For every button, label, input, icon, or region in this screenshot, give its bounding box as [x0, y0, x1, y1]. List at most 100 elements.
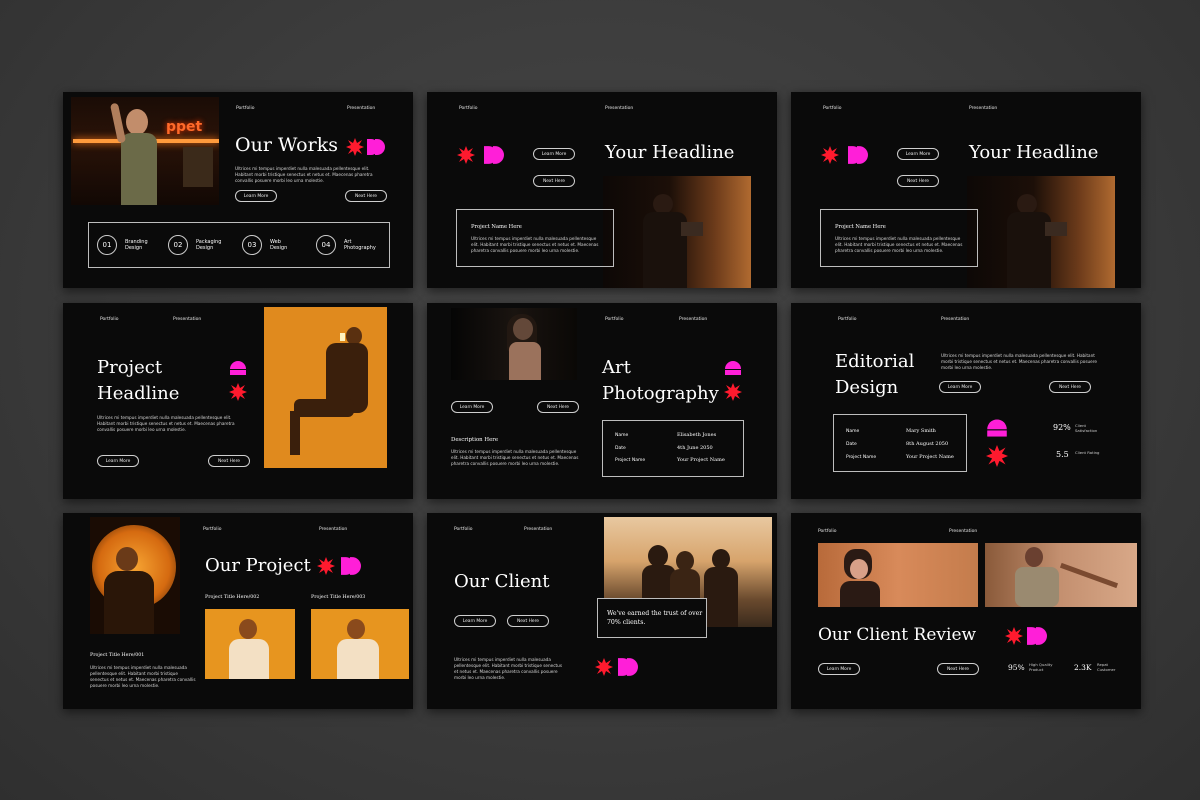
detail-key: Date: [615, 446, 626, 451]
title-line-2: Photography: [602, 383, 719, 404]
service-number: 01: [97, 235, 117, 255]
service-label: Packaging Design: [196, 239, 222, 251]
slide-art-photography[interactable]: Portfolio Presentation Art Photography L…: [427, 303, 777, 499]
nav-presentation[interactable]: Presentation: [524, 527, 552, 532]
starburst-icon: [457, 146, 475, 164]
slide-project-headline[interactable]: Portfolio Presentation Project Headline …: [63, 303, 413, 499]
slide-title: Our Client: [454, 571, 550, 592]
slide-title: Our Project: [205, 555, 311, 576]
learn-more-button[interactable]: Learn More: [897, 148, 939, 160]
nav-portfolio[interactable]: Portfolio: [605, 317, 624, 322]
photo-cameraman: [967, 176, 1115, 288]
nav-portfolio[interactable]: Portfolio: [838, 317, 857, 322]
service-item[interactable]: 02 Packaging Design: [168, 235, 230, 255]
nav-presentation[interactable]: Presentation: [969, 106, 997, 111]
learn-more-button[interactable]: Learn More: [533, 148, 575, 160]
nav-portfolio[interactable]: Portfolio: [818, 529, 837, 534]
nav-presentation[interactable]: Presentation: [173, 317, 201, 322]
slide-title: Our Works: [235, 134, 338, 156]
project-caption: Project Title Here/002: [205, 595, 260, 600]
nav-presentation[interactable]: Presentation: [319, 527, 347, 532]
service-item[interactable]: 04 Art Photography: [316, 235, 384, 255]
body-text: Ultrices mi tempus imperdiet nulla males…: [97, 415, 235, 432]
nav-presentation[interactable]: Presentation: [941, 317, 969, 322]
slide-title: Your Headline: [969, 142, 1099, 163]
half-circle-icon: [230, 361, 246, 375]
next-here-button[interactable]: Next Here: [937, 663, 979, 675]
service-label: Branding Design: [125, 239, 148, 251]
slide-our-works[interactable]: ppet Portfolio Presentation Our Works Ul…: [63, 92, 413, 288]
starburst-icon: [317, 557, 335, 575]
title-line-2: Headline: [97, 383, 180, 404]
half-circle-icon: [987, 419, 1007, 437]
nav-portfolio[interactable]: Portfolio: [454, 527, 473, 532]
project-caption: Project Title Here/001: [90, 653, 145, 658]
double-d-icon: [618, 658, 638, 676]
photo-project-3[interactable]: [311, 609, 409, 679]
stat-label: Client Satisfaction: [1075, 423, 1098, 433]
next-here-button[interactable]: Next Here: [208, 455, 250, 467]
detail-value: Mary Smith: [906, 428, 936, 434]
learn-more-button[interactable]: Learn More: [451, 401, 493, 413]
title-line-2: Design: [835, 377, 899, 398]
photo-dancer-review: [985, 543, 1137, 607]
slide-title: Editorial Design: [835, 349, 914, 401]
next-here-button[interactable]: Next Here: [897, 175, 939, 187]
details-box: Name Elisabeth Jones Date 4th June 2050 …: [602, 420, 744, 477]
neon-sign: ppet: [166, 119, 203, 135]
learn-more-button[interactable]: Learn More: [454, 615, 496, 627]
double-d-icon: [848, 146, 868, 164]
nav-portfolio[interactable]: Portfolio: [203, 527, 222, 532]
next-here-button[interactable]: Next Here: [1049, 381, 1091, 393]
slide-client-review[interactable]: Portfolio Presentation Our Client Review…: [791, 513, 1141, 709]
body-text: Ultrices mi tempus imperdiet nulla males…: [941, 353, 1097, 370]
learn-more-button[interactable]: Learn More: [818, 663, 860, 675]
nav-presentation[interactable]: Presentation: [679, 317, 707, 322]
starburst-icon: [595, 658, 613, 676]
slide-our-client[interactable]: Portfolio Presentation Our Client Learn …: [427, 513, 777, 709]
next-here-button[interactable]: Next Here: [507, 615, 549, 627]
next-here-button[interactable]: Next Here: [345, 190, 387, 202]
detail-value: Your Project Name: [906, 454, 954, 460]
double-d-icon: [484, 146, 504, 164]
detail-key: Project Name: [615, 458, 646, 463]
detail-key: Name: [846, 429, 860, 434]
service-number: 04: [316, 235, 336, 255]
service-item[interactable]: 01 Branding Design: [97, 235, 155, 255]
detail-key: Project Name: [846, 455, 877, 460]
project-label: Project Name Here: [835, 224, 886, 230]
next-here-button[interactable]: Next Here: [537, 401, 579, 413]
photo-man-sunset: [90, 517, 180, 634]
photo-project-2[interactable]: [205, 609, 295, 679]
starburst-icon: [346, 138, 364, 156]
learn-more-button[interactable]: Learn More: [235, 190, 277, 202]
details-box: Name Mary Smith Date 8th August 2050 Pro…: [833, 414, 967, 472]
stat-label: Repat Customer: [1097, 662, 1116, 672]
learn-more-button[interactable]: Learn More: [939, 381, 981, 393]
slide-your-headline[interactable]: Portfolio Presentation Learn More Next H…: [427, 92, 777, 288]
double-d-icon: [341, 557, 361, 575]
slide-your-headline-2[interactable]: Portfolio Presentation Learn More Next H…: [791, 92, 1141, 288]
nav-portfolio[interactable]: Portfolio: [100, 317, 119, 322]
detail-value: 8th August 2050: [906, 441, 949, 447]
learn-more-button[interactable]: Learn More: [97, 455, 139, 467]
slide-editorial-design[interactable]: Portfolio Presentation Editorial Design …: [791, 303, 1141, 499]
slide-our-project[interactable]: Portfolio Presentation Our Project Proje…: [63, 513, 413, 709]
detail-value: 4th June 2050: [677, 445, 713, 451]
nav-presentation[interactable]: Presentation: [347, 106, 375, 111]
description-label: Description Here: [451, 437, 499, 443]
title-line-1: Editorial: [835, 351, 915, 372]
nav-portfolio[interactable]: Portfolio: [823, 106, 842, 111]
nav-presentation[interactable]: Presentation: [605, 106, 633, 111]
title-line-1: Art: [602, 357, 631, 378]
nav-portfolio[interactable]: Portfolio: [459, 106, 478, 111]
slide-title: Your Headline: [605, 142, 735, 163]
next-here-button[interactable]: Next Here: [533, 175, 575, 187]
slide-title: Our Client Review: [818, 625, 977, 645]
double-d-icon: [1027, 627, 1047, 645]
service-item[interactable]: 03 Web Design: [242, 235, 298, 255]
body-text: Ultrices mi tempus imperdiet nulla males…: [451, 449, 579, 466]
nav-presentation[interactable]: Presentation: [949, 529, 977, 534]
nav-portfolio[interactable]: Portfolio: [236, 106, 255, 111]
project-caption: Project Title Here/003: [311, 595, 366, 600]
